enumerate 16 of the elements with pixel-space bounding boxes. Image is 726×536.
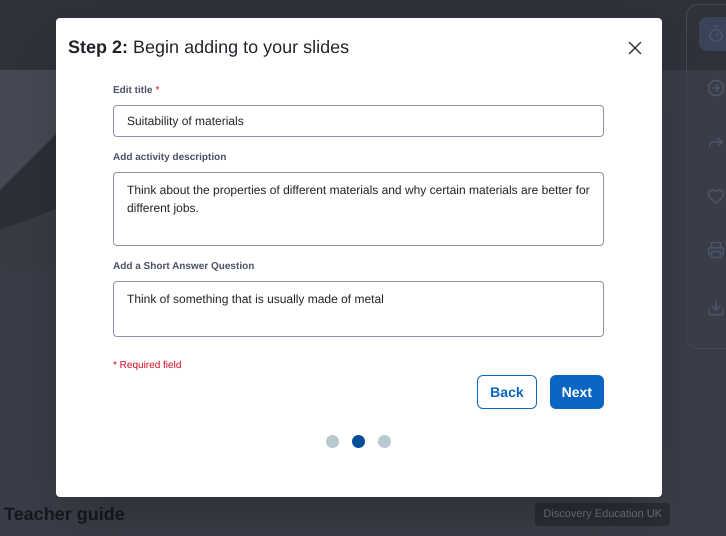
back-button[interactable]: Back [477, 375, 537, 409]
input-field[interactable]: Suitability of materials [113, 105, 604, 137]
publisher-tag: Discovery Education UK [535, 503, 670, 526]
text-area[interactable]: Think of something that is usually made of metal [113, 281, 604, 337]
required-mark: * [155, 84, 160, 98]
next-button[interactable]: Next [550, 375, 604, 409]
heart-icon[interactable] [707, 187, 725, 205]
field-label: Add activity description [113, 151, 226, 165]
printer-icon[interactable] [707, 241, 725, 259]
field-label: Edit title [113, 84, 152, 98]
field-label: Add a Short Answer Question [113, 260, 254, 274]
dialog-title: Step 2: Begin adding to your slides [68, 36, 350, 59]
arrow-right-icon[interactable] [707, 79, 725, 97]
text-area[interactable]: Think about the properties of different materials and why certain materials are better for different jobs. [113, 172, 604, 246]
required-note: * Required field [113, 359, 182, 373]
download-icon[interactable] [707, 299, 725, 317]
